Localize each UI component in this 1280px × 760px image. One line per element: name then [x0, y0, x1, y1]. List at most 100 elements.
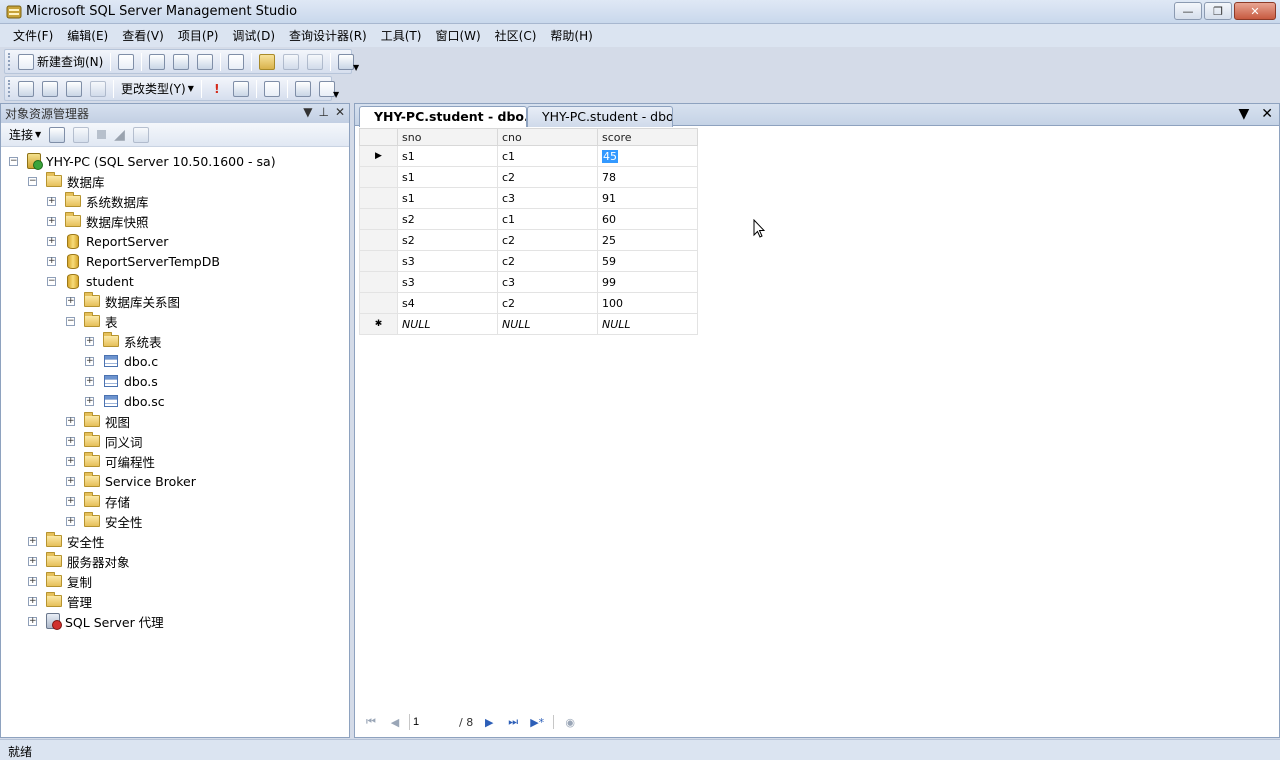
current-record-input[interactable]	[409, 714, 455, 730]
cell-cno[interactable]: c1	[497, 145, 598, 167]
expand-icon[interactable]: +	[66, 496, 75, 506]
menu-view[interactable]: 查看(V)	[115, 25, 171, 46]
table-row[interactable]: s2 c2 25	[359, 229, 698, 251]
tree-node[interactable]: − 数据库	[28, 171, 105, 191]
cell-cno[interactable]: c3	[497, 187, 598, 209]
tree-node[interactable]: + 安全性	[66, 511, 143, 531]
toolbar-overflow-icon[interactable]: ▼	[333, 90, 341, 100]
filter-button[interactable]: ◢	[111, 125, 128, 145]
menu-edit[interactable]: 编辑(E)	[60, 25, 115, 46]
cell-cno[interactable]: NULL	[497, 313, 598, 335]
new-row-indicator-icon[interactable]: ✱	[359, 313, 398, 335]
tree-node[interactable]: + 数据库快照	[47, 211, 149, 231]
show-results-pane-button[interactable]	[87, 79, 109, 99]
row-header[interactable]	[359, 292, 398, 314]
tree-node[interactable]: + 数据库关系图	[66, 291, 180, 311]
expand-icon[interactable]: +	[28, 536, 37, 546]
tree-node[interactable]: + dbo.s	[85, 371, 158, 391]
row-header[interactable]	[359, 229, 398, 251]
tree-node[interactable]: + ReportServerTempDB	[47, 251, 220, 271]
save-button[interactable]	[280, 52, 302, 72]
cell-score[interactable]: 99	[597, 271, 698, 293]
menu-window[interactable]: 窗口(W)	[428, 25, 487, 46]
cell-sno[interactable]: s1	[397, 187, 498, 209]
show-diagram-pane-button[interactable]	[15, 79, 37, 99]
expand-icon[interactable]: +	[28, 576, 37, 586]
tree-node[interactable]: + dbo.c	[85, 351, 158, 371]
expand-icon[interactable]: +	[47, 236, 56, 246]
stop-query-icon[interactable]: ◉	[562, 714, 578, 730]
row-header[interactable]	[359, 250, 398, 272]
toolbar-overflow-icon[interactable]: ▼	[353, 63, 361, 73]
tree-node[interactable]: + 系统数据库	[47, 191, 149, 211]
table-row[interactable]: s3 c3 99	[359, 271, 698, 293]
cell-score[interactable]: 60	[597, 208, 698, 230]
tree-node[interactable]: + 系统表	[85, 331, 162, 351]
restore-button[interactable]: ❐	[1204, 2, 1232, 20]
next-record-icon[interactable]: ▶	[481, 714, 497, 730]
tree-node[interactable]: − YHY-PC (SQL Server 10.50.1600 - sa)	[9, 151, 276, 171]
expand-icon[interactable]: +	[66, 416, 75, 426]
analysis-query-button[interactable]	[170, 52, 192, 72]
new-row[interactable]: ✱ NULL NULL NULL	[359, 313, 698, 335]
cell-score[interactable]: 45	[597, 145, 698, 167]
tab-dbo-s[interactable]: YHY-PC.student - dbo.s	[527, 106, 673, 127]
tree-node[interactable]: + SQL Server 代理	[28, 611, 164, 631]
cell-sno[interactable]: s1	[397, 145, 498, 167]
table-row[interactable]: ▶ s1 c1 45	[359, 145, 698, 167]
tree-node[interactable]: − student	[47, 271, 134, 291]
row-header[interactable]	[359, 271, 398, 293]
cell-cno[interactable]: c2	[497, 250, 598, 272]
menu-help[interactable]: 帮助(H)	[543, 25, 599, 46]
expand-icon[interactable]: +	[66, 296, 75, 306]
cell-cno[interactable]: c1	[497, 208, 598, 230]
cell-cno[interactable]: c3	[497, 271, 598, 293]
toolbar-grip[interactable]	[8, 80, 10, 97]
column-header-cno[interactable]: cno	[497, 128, 598, 146]
tree-node[interactable]: + 复制	[28, 571, 92, 591]
row-header[interactable]	[359, 166, 398, 188]
expand-icon[interactable]: +	[47, 256, 56, 266]
tree-node[interactable]: + 安全性	[28, 531, 105, 551]
first-record-icon[interactable]: ⏮	[363, 714, 379, 730]
expand-icon[interactable]: +	[47, 216, 56, 226]
group-by-button[interactable]	[261, 79, 283, 99]
row-header[interactable]	[359, 187, 398, 209]
tab-dbo-sc[interactable]: YHY-PC.student - dbo.sc	[359, 106, 527, 127]
tree-node[interactable]: + 管理	[28, 591, 92, 611]
collapse-icon[interactable]: −	[28, 176, 37, 186]
tree-node[interactable]: + 可编程性	[66, 451, 155, 471]
cell-sno[interactable]: s3	[397, 250, 498, 272]
pin-icon[interactable]: ⊥	[318, 105, 328, 119]
tree-node[interactable]: + 同义词	[66, 431, 143, 451]
cell-sno[interactable]: s2	[397, 229, 498, 251]
tree-node[interactable]: − 表	[66, 311, 118, 331]
table-row[interactable]: s1 c2 78	[359, 166, 698, 188]
cell-sno[interactable]: s2	[397, 208, 498, 230]
toolbar-grip[interactable]	[8, 53, 10, 70]
expand-icon[interactable]: +	[28, 616, 37, 626]
menu-file[interactable]: 文件(F)	[6, 25, 60, 46]
last-record-icon[interactable]: ⏭	[505, 714, 521, 730]
expand-icon[interactable]: +	[66, 456, 75, 466]
show-criteria-pane-button[interactable]	[39, 79, 61, 99]
verify-sql-button[interactable]	[230, 79, 252, 99]
tree-node[interactable]: + 服务器对象	[28, 551, 130, 571]
row-header[interactable]	[359, 208, 398, 230]
close-window-button[interactable]: ✕	[1234, 2, 1276, 20]
cell-sno[interactable]: NULL	[397, 313, 498, 335]
new-file-button[interactable]	[115, 52, 137, 72]
cell-score[interactable]: 59	[597, 250, 698, 272]
new-record-icon[interactable]: ▶*	[529, 714, 545, 730]
close-document-icon[interactable]: ✕	[1261, 106, 1273, 122]
cell-sno[interactable]: s1	[397, 166, 498, 188]
refresh-button[interactable]	[130, 125, 152, 145]
table-row[interactable]: s1 c3 91	[359, 187, 698, 209]
cell-cno[interactable]: c2	[497, 229, 598, 251]
open-file-button[interactable]	[256, 52, 278, 72]
database-engine-query-button[interactable]	[146, 52, 168, 72]
execute-sql-button[interactable]: !	[206, 79, 228, 99]
table-row[interactable]: s4 c2 100	[359, 292, 698, 314]
column-header-score[interactable]: score	[597, 128, 698, 146]
disconnect-button[interactable]	[70, 125, 92, 145]
